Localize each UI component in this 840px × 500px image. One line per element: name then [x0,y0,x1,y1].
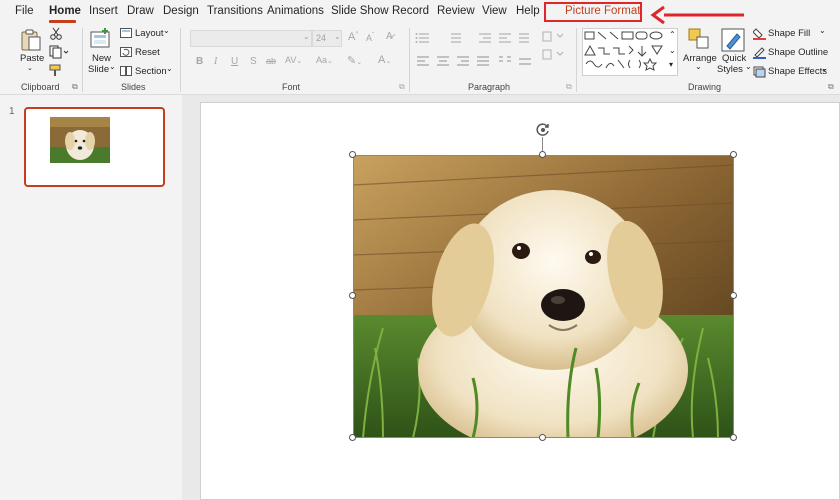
slide-thumbnail-1[interactable] [24,107,165,187]
section-dropdown-icon[interactable]: ⌄ [166,64,173,73]
font-size-combo[interactable]: 24 ⌄ [312,30,342,47]
font-size-dropdown-icon[interactable]: ⌄ [334,32,341,41]
tab-slide-show[interactable]: Slide Show [331,5,389,17]
layout-dropdown-icon[interactable]: ⌄ [163,26,170,35]
reset-icon[interactable] [120,47,132,57]
tab-transitions[interactable]: Transitions [207,5,263,17]
quick-styles-icon[interactable] [721,28,745,52]
slide-number: 1 [9,106,15,117]
shape-fill-dropdown-icon[interactable]: ⌄ [819,26,826,35]
paragraph-list-icons [415,33,529,43]
italic-icon[interactable]: I [214,56,217,67]
increase-font-size-icon[interactable]: A^ [348,31,358,43]
font-name-combo[interactable]: ⌄ [190,30,312,47]
shapes-gallery-icons[interactable] [584,30,676,74]
separator [409,28,410,92]
decrease-font-size-icon[interactable]: Aˇ [366,33,374,43]
paragraph-group-label: Paragraph [468,82,511,92]
picture-selection-border [353,155,734,438]
shapes-more-icon[interactable]: ▾ [669,60,673,69]
highlight-color-icon[interactable]: ✎⌄ [347,54,362,67]
shape-fill-button[interactable]: Shape Fill [768,28,810,39]
font-size-value: 24 [316,33,327,43]
shape-effects-icon[interactable] [753,65,766,78]
rotation-handle-icon[interactable] [535,122,551,138]
section-icon[interactable] [120,66,132,76]
font-color-icon[interactable]: A⌄ [378,54,391,66]
paste-icon[interactable] [20,28,42,52]
tab-animations[interactable]: Animations [267,5,324,17]
red-arrow-annotation [650,5,744,25]
shadow-icon[interactable]: S [250,56,257,67]
shape-effects-dropdown-icon[interactable]: ⌄ [821,64,828,73]
layout-button[interactable]: Layout [135,28,164,39]
character-spacing-icon[interactable]: AV⌄ [285,55,302,65]
shape-fill-icon[interactable] [753,27,766,40]
resize-handle-top[interactable] [539,151,546,158]
drawing-group-label: Drawing [688,82,722,92]
drawing-launcher-icon[interactable]: ⧉ [828,82,834,92]
change-case-icon[interactable]: Aa⌄ [316,55,333,65]
shape-effects-button[interactable]: Shape Effects [768,66,827,77]
arrange-icon[interactable] [688,28,710,50]
resize-handle-bottom[interactable] [539,434,546,441]
tab-help[interactable]: Help [516,5,540,17]
quick-styles-label-1[interactable]: Quick [722,53,746,64]
shape-outline-button[interactable]: Shape Outline [768,47,828,58]
layout-icon[interactable] [120,28,132,38]
new-slide-icon[interactable] [90,28,112,50]
active-tab-indicator [49,20,76,23]
format-painter-icon[interactable] [49,63,63,77]
clipboard-group-label: Clipboard [21,82,60,92]
new-slide-label-2[interactable]: Slide [88,64,109,75]
tab-design[interactable]: Design [163,5,199,17]
new-slide-dropdown-icon[interactable]: ⌄ [109,62,116,71]
resize-handle-right[interactable] [730,292,737,299]
shape-outline-icon[interactable] [753,46,766,59]
font-group-label: Font [282,82,301,92]
paragraph-launcher-icon[interactable]: ⧉ [566,82,572,92]
resize-handle-bottom-right[interactable] [730,434,737,441]
slides-group-label: Slides [121,82,146,92]
tab-record[interactable]: Record [392,5,429,17]
shapes-scroll-down-icon[interactable]: ⌄ [669,46,676,55]
alignment-icons[interactable] [415,55,535,69]
resize-handle-top-right[interactable] [730,151,737,158]
font-launcher-icon[interactable]: ⧉ [399,82,405,92]
tab-home[interactable]: Home [49,5,81,17]
section-button[interactable]: Section [135,66,167,77]
paste-label[interactable]: Paste [20,53,44,64]
tab-review[interactable]: Review [437,5,475,17]
copy-icon[interactable] [49,45,69,59]
tab-file[interactable]: File [15,5,34,17]
separator [180,28,181,92]
quick-styles-label-2[interactable]: Styles [717,64,743,75]
thumbnail-puppy-image [50,117,110,163]
resize-handle-top-left[interactable] [349,151,356,158]
separator [576,28,577,92]
paste-dropdown-icon[interactable]: ⌄ [27,64,33,72]
tab-picture-format[interactable]: Picture Format [565,5,640,17]
tab-insert[interactable]: Insert [89,5,118,17]
strikethrough-icon[interactable]: ab [266,56,276,66]
separator [82,28,83,92]
arrange-dropdown-icon[interactable]: ⌄ [695,62,702,71]
text-direction-icons[interactable] [541,30,567,64]
font-name-dropdown-icon[interactable]: ⌄ [303,32,310,41]
tab-view[interactable]: View [482,5,507,17]
resize-handle-bottom-left[interactable] [349,434,356,441]
shapes-scroll-up-icon[interactable]: ⌃ [669,30,676,39]
quick-styles-dropdown-icon[interactable]: ⌄ [745,62,752,71]
tab-draw[interactable]: Draw [127,5,154,17]
clipboard-launcher-icon[interactable]: ⧉ [72,82,78,92]
clear-formatting-icon[interactable]: A̷ [386,31,393,42]
cut-icon[interactable] [49,27,63,41]
underline-icon[interactable]: U [231,56,238,67]
reset-button[interactable]: Reset [135,47,160,58]
resize-handle-left[interactable] [349,292,356,299]
bold-icon[interactable]: B [196,56,203,67]
